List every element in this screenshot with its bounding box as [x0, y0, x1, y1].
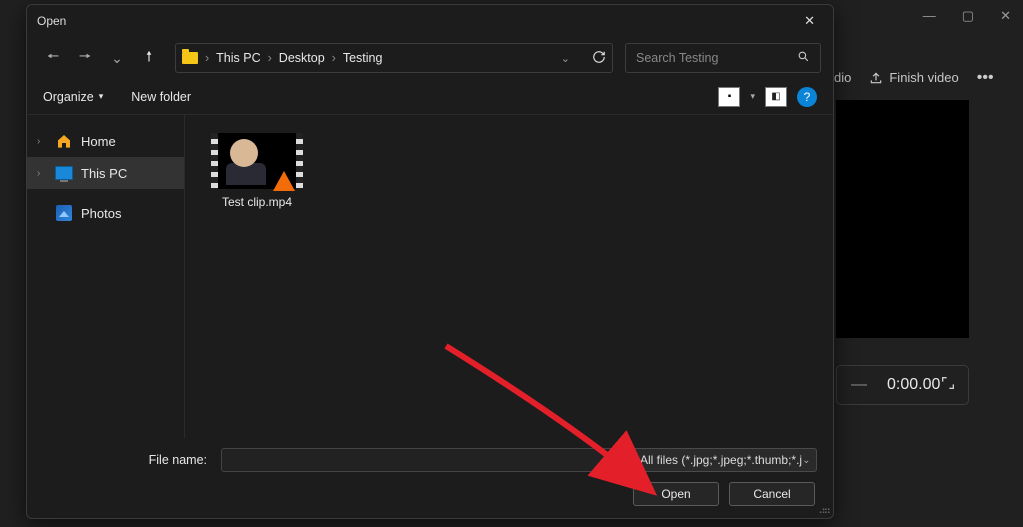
organize-menu[interactable]: Organize ▾ [43, 90, 103, 104]
cancel-button-label: Cancel [753, 487, 790, 501]
sidebar: › Home › This PC Photos [27, 115, 185, 438]
timecode: 0:00.00 [887, 376, 940, 394]
vlc-icon [273, 171, 295, 191]
sidebar-item-photos[interactable]: Photos [27, 197, 184, 229]
crumb-thispc[interactable]: This PC [216, 51, 260, 65]
file-name: Test clip.mp4 [222, 195, 292, 209]
open-button-label: Open [661, 487, 690, 501]
back-button[interactable]: 🠔 [39, 44, 67, 72]
home-icon [55, 132, 73, 150]
open-button[interactable]: Open [633, 482, 719, 506]
sidebar-item-thispc[interactable]: › This PC [27, 157, 184, 189]
search-input[interactable]: Search Testing [625, 43, 821, 73]
folder-icon [182, 52, 198, 64]
time-bar: — 0:00.00 [836, 365, 969, 405]
finish-video-button[interactable]: Finish video [869, 70, 958, 85]
pc-icon [55, 164, 73, 182]
view-mode-button[interactable]: ▪ [718, 87, 740, 107]
sidebar-item-home[interactable]: › Home [27, 125, 184, 157]
address-dropdown-icon[interactable]: ⌄ [561, 52, 570, 65]
audio-button[interactable]: dio [834, 70, 851, 85]
open-dialog: Open ✕ 🠔 🠖 ⌄ 🠕 › This PC › Desktop › Tes… [26, 4, 834, 519]
new-folder-button[interactable]: New folder [131, 90, 191, 104]
file-pane[interactable]: Test clip.mp4 [185, 115, 833, 438]
search-placeholder: Search Testing [636, 51, 718, 65]
view-dropdown-icon[interactable]: ▾ [750, 91, 755, 102]
video-thumbnail [211, 133, 303, 189]
filetype-filter[interactable]: All files (*.jpg;*.jpeg;*.thumb;*.j ⌄ [631, 448, 817, 472]
filter-text: All files (*.jpg;*.jpeg;*.thumb;*.j [640, 453, 802, 467]
photos-icon [55, 204, 73, 222]
dialog-title: Open [37, 14, 66, 28]
expand-icon[interactable] [940, 375, 956, 396]
chevron-right-icon: › [205, 51, 209, 65]
cancel-button[interactable]: Cancel [729, 482, 815, 506]
filename-label: File name: [43, 453, 213, 467]
export-icon [869, 71, 883, 85]
dialog-close-icon[interactable]: ✕ [796, 9, 823, 33]
up-button[interactable]: 🠕 [135, 44, 163, 72]
more-icon[interactable]: ••• [977, 69, 994, 87]
search-icon [797, 50, 810, 66]
command-bar: Organize ▾ New folder ▪ ▾ ◧ ? [27, 79, 833, 115]
caret-down-icon: ⌄ [802, 455, 810, 466]
file-item[interactable]: Test clip.mp4 [207, 133, 307, 209]
close-app-icon[interactable]: ✕ [1000, 8, 1011, 24]
address-bar[interactable]: › This PC › Desktop › Testing ⌄ [175, 43, 613, 73]
organize-label: Organize [43, 90, 94, 104]
video-preview [836, 100, 969, 338]
caret-down-icon: ▾ [99, 91, 104, 102]
recent-dropdown-icon[interactable]: ⌄ [103, 44, 131, 72]
chevron-right-icon: › [37, 136, 47, 147]
help-icon[interactable]: ? [797, 87, 817, 107]
sidebar-item-label: This PC [81, 166, 127, 181]
refresh-icon[interactable] [592, 50, 606, 67]
chevron-right-icon: › [332, 51, 336, 65]
minimize-icon[interactable]: — [923, 8, 936, 24]
finish-video-label: Finish video [889, 70, 958, 85]
crumb-desktop[interactable]: Desktop [279, 51, 325, 65]
sidebar-item-label: Home [81, 134, 116, 149]
dialog-footer: File name: All files (*.jpg;*.jpeg;*.thu… [27, 438, 833, 518]
crumb-testing[interactable]: Testing [343, 51, 383, 65]
chevron-right-icon: › [268, 51, 272, 65]
sidebar-item-label: Photos [81, 206, 121, 221]
forward-button[interactable]: 🠖 [71, 44, 99, 72]
dialog-titlebar: Open ✕ [27, 5, 833, 37]
resize-grip[interactable]: ⣠⣤ [818, 503, 829, 514]
filename-input[interactable] [221, 448, 623, 472]
chevron-right-icon: › [37, 168, 47, 179]
maximize-icon[interactable]: ▢ [962, 8, 974, 24]
preview-pane-button[interactable]: ◧ [765, 87, 787, 107]
nav-row: 🠔 🠖 ⌄ 🠕 › This PC › Desktop › Testing ⌄ … [27, 37, 833, 79]
